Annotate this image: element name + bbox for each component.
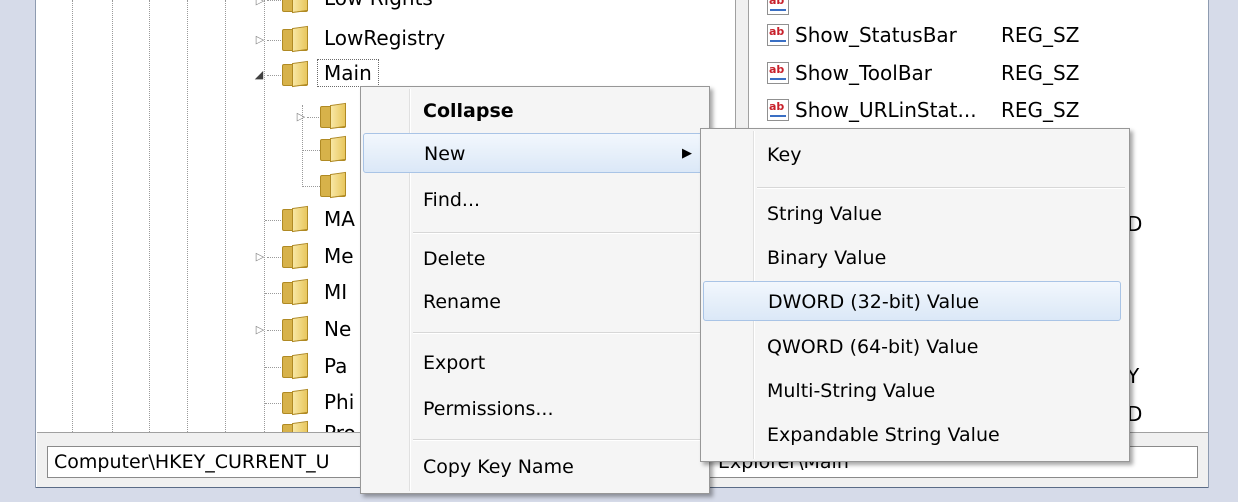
tree-item-label[interactable]: MA <box>324 206 355 232</box>
tree-connector <box>307 117 321 118</box>
registry-editor-window: ▷ Low Rights ▷ LowRegistry ◢ Main ▷ <box>0 0 1238 502</box>
tree-guide-line <box>149 0 150 432</box>
tree-connector <box>267 257 281 258</box>
string-value-icon: ab <box>767 99 789 121</box>
tree-guide-line <box>225 0 226 432</box>
context-menu: Collapse New ▶ Find... Delete Rename Exp… <box>360 86 710 494</box>
tree-connector <box>267 75 281 76</box>
string-value-icon: ab <box>767 62 789 84</box>
menu-item-new[interactable]: New ▶ <box>363 133 707 173</box>
folder-icon <box>282 242 312 270</box>
submenu-item-string-value[interactable]: String Value <box>703 194 1127 234</box>
tree-item-label[interactable]: MI <box>324 279 347 305</box>
folder-icon <box>282 0 312 14</box>
string-value-icon: ab <box>767 0 789 15</box>
tree-connector <box>267 330 281 331</box>
menu-item-delete[interactable]: Delete <box>363 239 707 279</box>
collapse-arrow-icon[interactable]: ◢ <box>253 68 265 82</box>
menu-item-collapse[interactable]: Collapse <box>363 91 707 131</box>
menu-item-export[interactable]: Export <box>363 343 707 383</box>
submenu-item-expandable-string-value[interactable]: Expandable String Value <box>703 415 1127 455</box>
menu-item-find[interactable]: Find... <box>363 180 707 220</box>
list-item[interactable]: ab Show_ToolBar REG_SZ <box>749 59 1208 93</box>
tree-guide-line <box>112 0 113 432</box>
folder-icon <box>282 278 312 306</box>
value-name: Show_ToolBar <box>795 61 933 85</box>
value-name: Show_StatusBar <box>795 23 957 47</box>
menu-item-rename[interactable]: Rename <box>363 282 707 322</box>
key-path-start: Computer\HKEY_CURRENT_U <box>54 451 330 473</box>
menu-separator <box>413 232 703 234</box>
string-value-icon: ab <box>767 24 789 46</box>
value-type: REG_SZ <box>1001 23 1080 47</box>
tree-item-label[interactable]: Pro <box>324 420 356 432</box>
tree-guide-line <box>72 0 73 432</box>
tree-connector <box>265 367 281 368</box>
tree-item-label[interactable]: Pa <box>324 353 347 379</box>
tree-item-label[interactable]: Phi <box>324 389 354 415</box>
window-frame-right <box>1208 0 1238 502</box>
list-item[interactable]: ab Show_StatusBar REG_SZ <box>749 21 1208 55</box>
expand-arrow-icon[interactable]: ▷ <box>254 323 266 337</box>
tree-item-label[interactable]: LowRegistry <box>324 25 445 51</box>
folder-icon <box>320 171 350 199</box>
submenu-item-binary-value[interactable]: Binary Value <box>703 238 1127 278</box>
tree-connector <box>302 186 322 187</box>
expand-arrow-icon[interactable]: ▷ <box>295 110 307 124</box>
tree-item-label[interactable]: Low Rights <box>324 0 433 11</box>
menu-separator <box>757 187 1125 189</box>
menu-item-permissions[interactable]: Permissions... <box>363 389 707 429</box>
tree-guide-line <box>187 0 188 432</box>
submenu-item-qword-value[interactable]: QWORD (64-bit) Value <box>703 327 1127 367</box>
tree-item-label[interactable]: Me <box>324 243 354 269</box>
tree-item-label[interactable]: Main <box>317 59 379 87</box>
tree-connector <box>265 293 281 294</box>
tree-connector <box>265 220 281 221</box>
value-type: REG_SZ <box>1001 98 1080 122</box>
submenu-item-dword-value[interactable]: DWORD (32-bit) Value <box>703 281 1121 321</box>
folder-icon <box>320 102 350 130</box>
window-frame-left <box>0 0 36 502</box>
menu-item-copy-key-name[interactable]: Copy Key Name <box>363 447 707 487</box>
menu-separator <box>413 439 703 441</box>
folder-icon <box>282 60 312 88</box>
menu-separator <box>413 332 703 334</box>
value-type: REG_SZ <box>1001 61 1080 85</box>
new-submenu: Key String Value Binary Value DWORD (32-… <box>700 128 1130 462</box>
folder-icon <box>282 315 312 343</box>
submenu-arrow-icon: ▶ <box>682 146 692 161</box>
tree-connector <box>267 40 281 41</box>
tree-connector <box>267 0 281 1</box>
expand-arrow-icon[interactable]: ▷ <box>254 0 266 8</box>
folder-icon <box>282 352 312 380</box>
submenu-item-key[interactable]: Key <box>703 135 1127 175</box>
submenu-item-multi-string-value[interactable]: Multi-String Value <box>703 371 1127 411</box>
folder-icon <box>282 420 312 432</box>
tree-item-label[interactable]: Ne <box>324 316 351 342</box>
folder-icon <box>282 205 312 233</box>
list-item[interactable]: ab Show_URLinStat... REG_SZ <box>749 96 1208 130</box>
folder-icon <box>282 25 312 53</box>
tree-connector <box>302 150 322 151</box>
expand-arrow-icon[interactable]: ▷ <box>254 250 266 264</box>
expand-arrow-icon[interactable]: ▷ <box>254 33 266 47</box>
folder-icon <box>320 135 350 163</box>
value-name: Show_URLinStat... <box>795 98 977 122</box>
folder-icon <box>282 388 312 416</box>
tree-connector <box>265 403 281 404</box>
